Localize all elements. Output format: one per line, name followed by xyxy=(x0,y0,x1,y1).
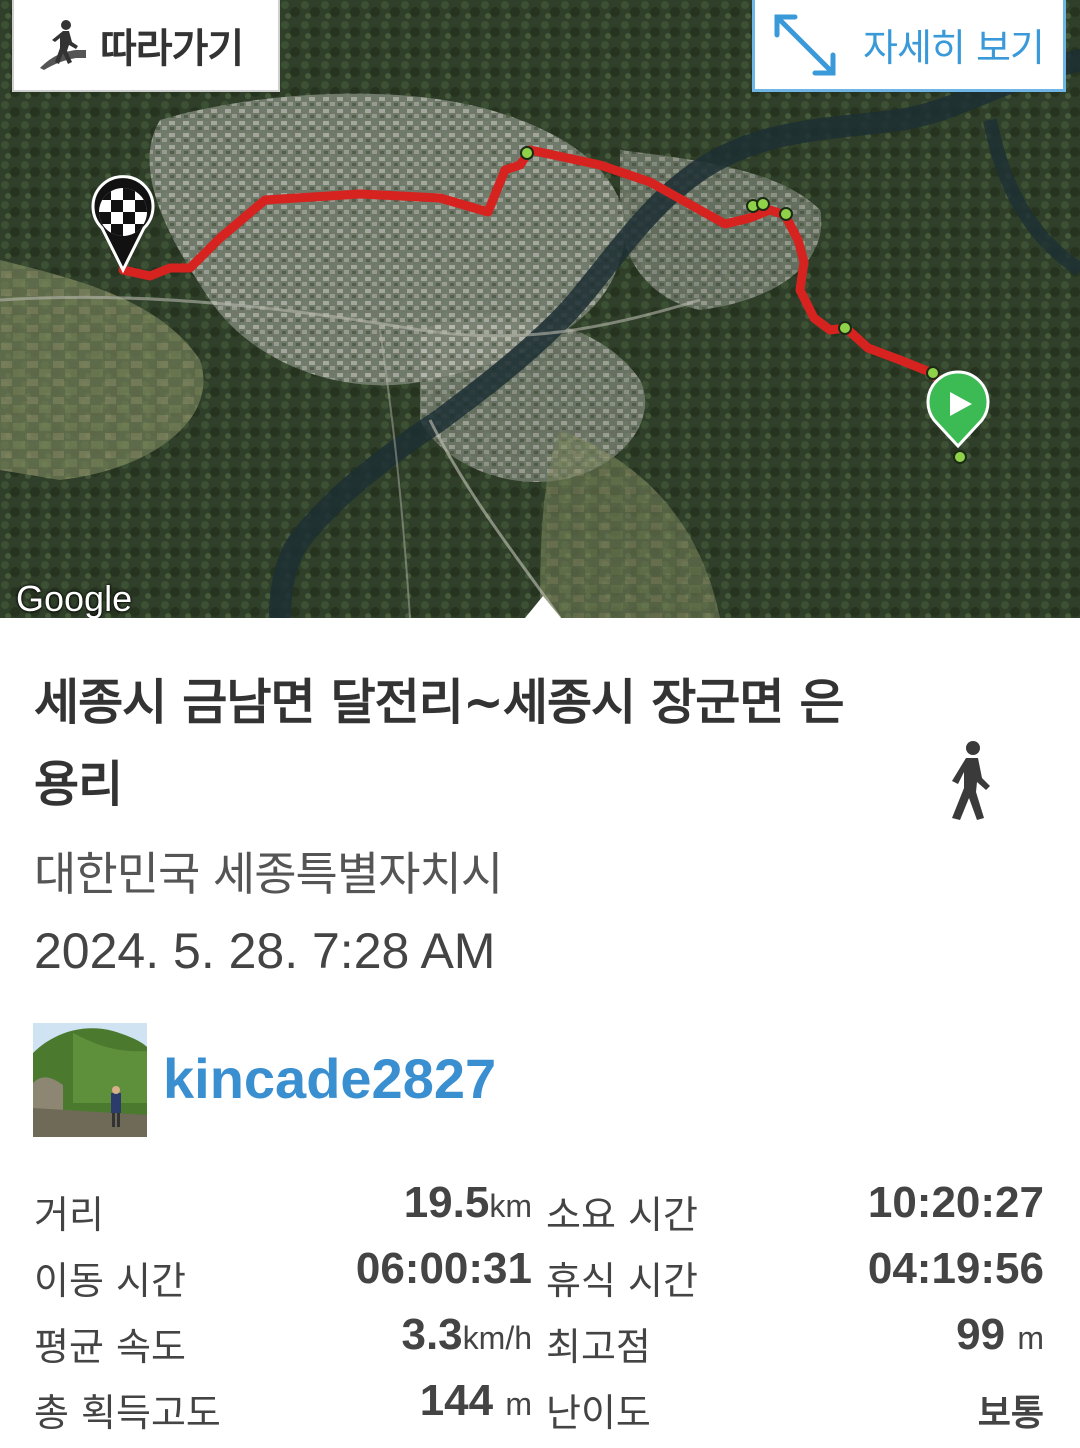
callout-pointer xyxy=(525,596,561,618)
rest-time-label: 휴식 시간 xyxy=(546,1259,698,1303)
avg-speed-value: 3.3km/h xyxy=(401,1310,532,1359)
distance-value: 19.5km xyxy=(403,1178,532,1227)
finish-flag-icon[interactable] xyxy=(91,175,155,274)
hiker-path-icon xyxy=(40,20,86,70)
rest-time-value: 04:19:56 xyxy=(867,1244,1044,1293)
track-region: 대한민국 세종특별자치시 xyxy=(34,847,503,901)
stats-table: 거리 19.5km 소요 시간 10:20:27 이동 시간 06:00:31 … xyxy=(0,1178,1080,1442)
waypoint-marker[interactable] xyxy=(926,366,940,380)
stats-row: 평균 속도 3.3km/h 최고점 99 m xyxy=(0,1310,1080,1376)
view-detail-label: 자세히 보기 xyxy=(863,26,1045,70)
waypoint-marker[interactable] xyxy=(779,207,793,221)
expand-arrows-icon xyxy=(774,14,836,75)
avatar[interactable] xyxy=(33,1023,147,1137)
route-line xyxy=(118,145,960,399)
duration-label: 소요 시간 xyxy=(546,1193,698,1237)
waypoint-marker[interactable] xyxy=(756,197,770,211)
max-elevation-value: 99 m xyxy=(956,1310,1044,1359)
total-ascent-label: 총 획득고도 xyxy=(34,1391,221,1435)
start-play-icon[interactable] xyxy=(926,370,990,449)
stats-row: 총 획득고도 144 m 난이도 보통 xyxy=(0,1376,1080,1442)
avg-speed-label: 평균 속도 xyxy=(34,1325,186,1369)
moving-time-value: 06:00:31 xyxy=(355,1244,532,1293)
difficulty-label: 난이도 xyxy=(546,1391,651,1435)
route-map[interactable]: 따라가기 자세히 보기 Google xyxy=(0,0,1080,618)
waypoint-marker[interactable] xyxy=(838,321,852,335)
duration-value: 10:20:27 xyxy=(867,1178,1044,1227)
walking-icon xyxy=(952,741,990,820)
route-overlay xyxy=(91,145,990,464)
moving-time-label: 이동 시간 xyxy=(34,1259,186,1303)
waypoint-marker[interactable] xyxy=(520,146,534,160)
stats-row: 거리 19.5km 소요 시간 10:20:27 xyxy=(0,1178,1080,1244)
avatar-photo xyxy=(33,1023,147,1137)
waypoint-marker[interactable] xyxy=(953,450,967,464)
total-ascent-value: 144 m xyxy=(419,1376,532,1425)
username-link[interactable]: kincade2827 xyxy=(163,1046,496,1111)
follow-label: 따라가기 xyxy=(100,26,244,72)
distance-label: 거리 xyxy=(34,1193,104,1237)
max-elevation-label: 최고점 xyxy=(546,1325,651,1369)
stats-row: 이동 시간 06:00:31 휴식 시간 04:19:56 xyxy=(0,1244,1080,1310)
view-detail-button[interactable]: 자세히 보기 xyxy=(752,0,1066,92)
track-datetime: 2024. 5. 28. 7:28 AM xyxy=(34,923,496,979)
difficulty-value: 보통 xyxy=(977,1392,1044,1433)
google-attribution: Google xyxy=(16,578,133,618)
track-title: 세종시 금남면 달전리~세종시 장군면 은용리 xyxy=(34,674,845,813)
waypoint-markers xyxy=(520,146,967,464)
follow-button[interactable]: 따라가기 xyxy=(12,0,280,92)
